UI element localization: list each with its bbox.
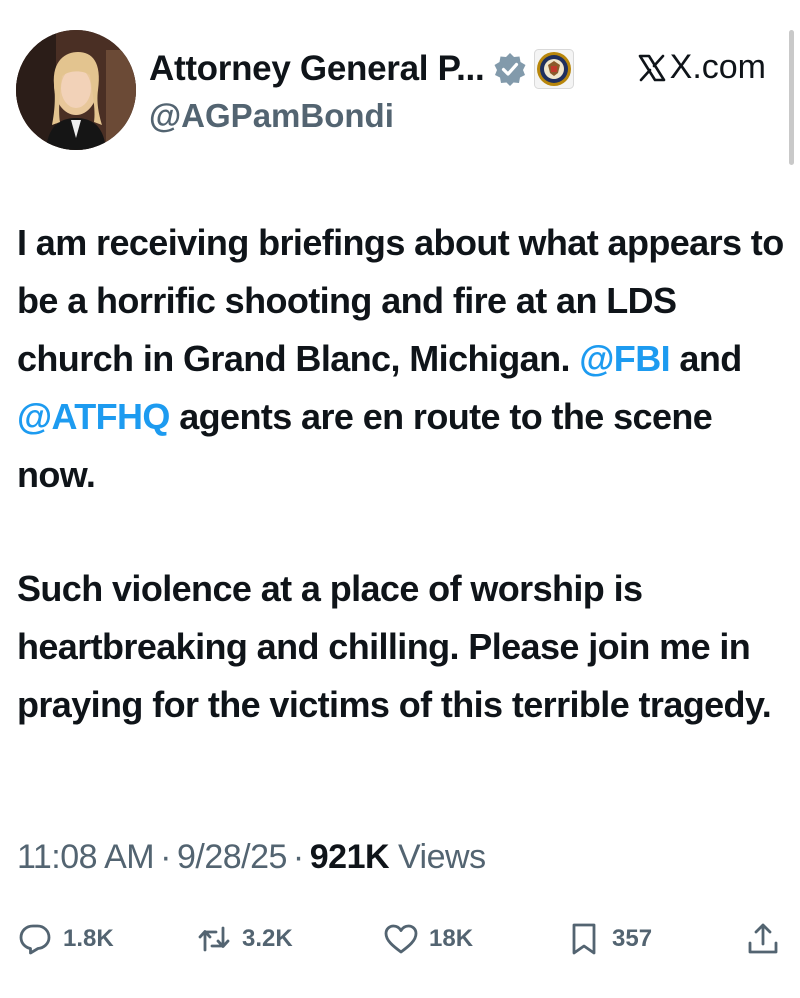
source-text: X.com bbox=[669, 48, 766, 86]
scrollbar[interactable] bbox=[789, 30, 794, 165]
views-label: Views bbox=[397, 838, 486, 876]
share-button[interactable] bbox=[745, 915, 791, 963]
like-button[interactable]: 18K bbox=[383, 915, 473, 963]
bookmark-button[interactable]: 357 bbox=[566, 915, 652, 963]
reply-count: 1.8K bbox=[63, 925, 114, 952]
action-bar: 1.8K 3.2K 18K 357 bbox=[0, 915, 800, 963]
x-logo-icon bbox=[638, 54, 665, 81]
repost-count: 3.2K bbox=[242, 925, 293, 952]
bookmark-count: 357 bbox=[612, 925, 653, 952]
tweet-text: and bbox=[670, 338, 742, 379]
reply-button[interactable]: 1.8K bbox=[17, 915, 114, 963]
author-handle[interactable]: @AGPamBondi bbox=[149, 97, 394, 135]
display-name[interactable]: Attorney General P... bbox=[149, 49, 485, 89]
mention-link[interactable]: @FBI bbox=[579, 338, 670, 379]
share-icon bbox=[748, 923, 778, 954]
name-row: Attorney General P... bbox=[149, 44, 575, 94]
tweet-meta: 11:08 AM · 9/28/25 · 921K Views bbox=[17, 838, 486, 877]
meta-separator: · bbox=[160, 838, 171, 876]
meta-separator: · bbox=[292, 838, 304, 876]
source-label: X.com bbox=[636, 48, 766, 87]
verified-checkmark-icon bbox=[494, 53, 526, 86]
views-count: 921K bbox=[309, 838, 390, 876]
mention-link[interactable]: @ATFHQ bbox=[17, 396, 170, 437]
tweet-date[interactable]: 9/28/25 bbox=[177, 838, 287, 876]
like-count: 18K bbox=[429, 925, 474, 952]
tweet-text: Such violence at a place of worship is h… bbox=[17, 568, 772, 725]
reply-icon bbox=[19, 924, 51, 955]
repost-button[interactable]: 3.2K bbox=[196, 915, 293, 963]
heart-icon bbox=[384, 924, 418, 954]
tweet-paragraph-2: Such violence at a place of worship is h… bbox=[17, 560, 787, 734]
doj-seal-icon bbox=[534, 49, 575, 89]
tweet-header: Attorney General P... @AGPamBondi X.com bbox=[16, 30, 786, 155]
bookmark-icon bbox=[572, 923, 596, 955]
tweet-paragraph-1: I am receiving briefings about what appe… bbox=[17, 214, 787, 504]
repost-icon bbox=[198, 926, 230, 952]
tweet-time[interactable]: 11:08 AM bbox=[17, 838, 155, 876]
avatar[interactable] bbox=[16, 30, 136, 150]
